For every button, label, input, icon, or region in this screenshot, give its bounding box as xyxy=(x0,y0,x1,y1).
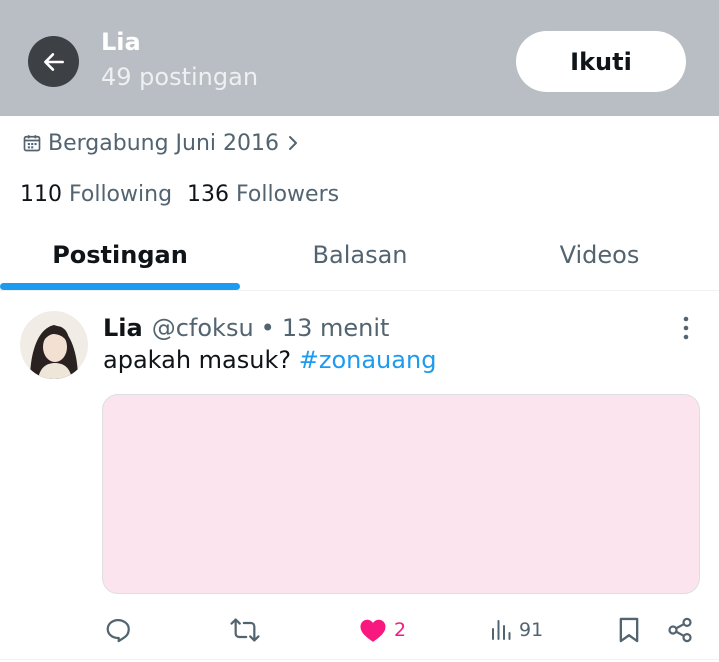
tab-postingan[interactable]: Postingan xyxy=(0,222,240,288)
post-body: apakah masuk? xyxy=(103,346,299,374)
active-tab-indicator xyxy=(0,283,240,290)
profile-header: Lia 49 postingan Ikuti xyxy=(0,0,719,116)
reply-button[interactable] xyxy=(104,612,132,648)
avatar[interactable] xyxy=(20,311,88,379)
more-options-button[interactable] xyxy=(672,313,700,343)
views-count: 91 xyxy=(519,619,544,641)
follow-stats: 110 Following 136 Followers xyxy=(20,178,339,210)
following-link[interactable]: 110 Following xyxy=(20,182,172,207)
tab-balasan[interactable]: Balasan xyxy=(240,222,480,288)
post-author-handle[interactable]: @cfoksu xyxy=(152,314,254,342)
repost-button[interactable] xyxy=(229,612,261,648)
heart-icon xyxy=(360,619,386,642)
joined-label: Bergabung Juni 2016 xyxy=(48,130,280,156)
calendar-icon xyxy=(23,135,41,152)
following-count: 110 xyxy=(20,181,62,207)
bookmark-button[interactable] xyxy=(617,612,641,648)
post-media[interactable] xyxy=(102,394,700,594)
post-divider xyxy=(0,659,719,660)
header-name: Lia xyxy=(101,28,141,56)
share-button[interactable] xyxy=(666,612,694,648)
post-separator: • xyxy=(260,314,275,342)
profile-tabs: Postingan Balasan Videos xyxy=(0,222,719,291)
following-label: Following xyxy=(69,181,173,207)
hashtag-link[interactable]: #zonauang xyxy=(299,346,437,374)
like-button[interactable]: 2 xyxy=(358,612,406,648)
joined-date-row[interactable]: Bergabung Juni 2016 xyxy=(22,128,301,158)
like-count: 2 xyxy=(394,619,407,641)
bookmark-icon xyxy=(619,617,639,643)
post-header: Lia @cfoksu • 13 menit xyxy=(103,311,389,345)
post-text: apakah masuk? #zonauang xyxy=(103,346,436,382)
followers-count: 136 xyxy=(187,181,230,207)
views-icon xyxy=(492,620,511,640)
avatar-image xyxy=(20,311,88,379)
reply-icon xyxy=(106,618,130,643)
post-time[interactable]: 13 menit xyxy=(282,314,390,342)
repost-icon xyxy=(230,618,260,642)
post-author-name[interactable]: Lia xyxy=(103,314,143,342)
back-button[interactable] xyxy=(28,36,79,87)
followers-label: Followers xyxy=(236,181,340,207)
header-post-count: 49 postingan xyxy=(101,63,259,91)
tab-videos[interactable]: Videos xyxy=(480,222,719,288)
arrow-left-icon xyxy=(43,52,64,71)
share-icon xyxy=(668,617,692,643)
followers-link[interactable]: 136 Followers xyxy=(187,182,339,207)
more-vertical-icon xyxy=(683,316,689,340)
chevron-right-icon xyxy=(289,136,298,150)
follow-button[interactable]: Ikuti xyxy=(516,31,686,92)
views-button[interactable]: 91 xyxy=(489,612,543,648)
